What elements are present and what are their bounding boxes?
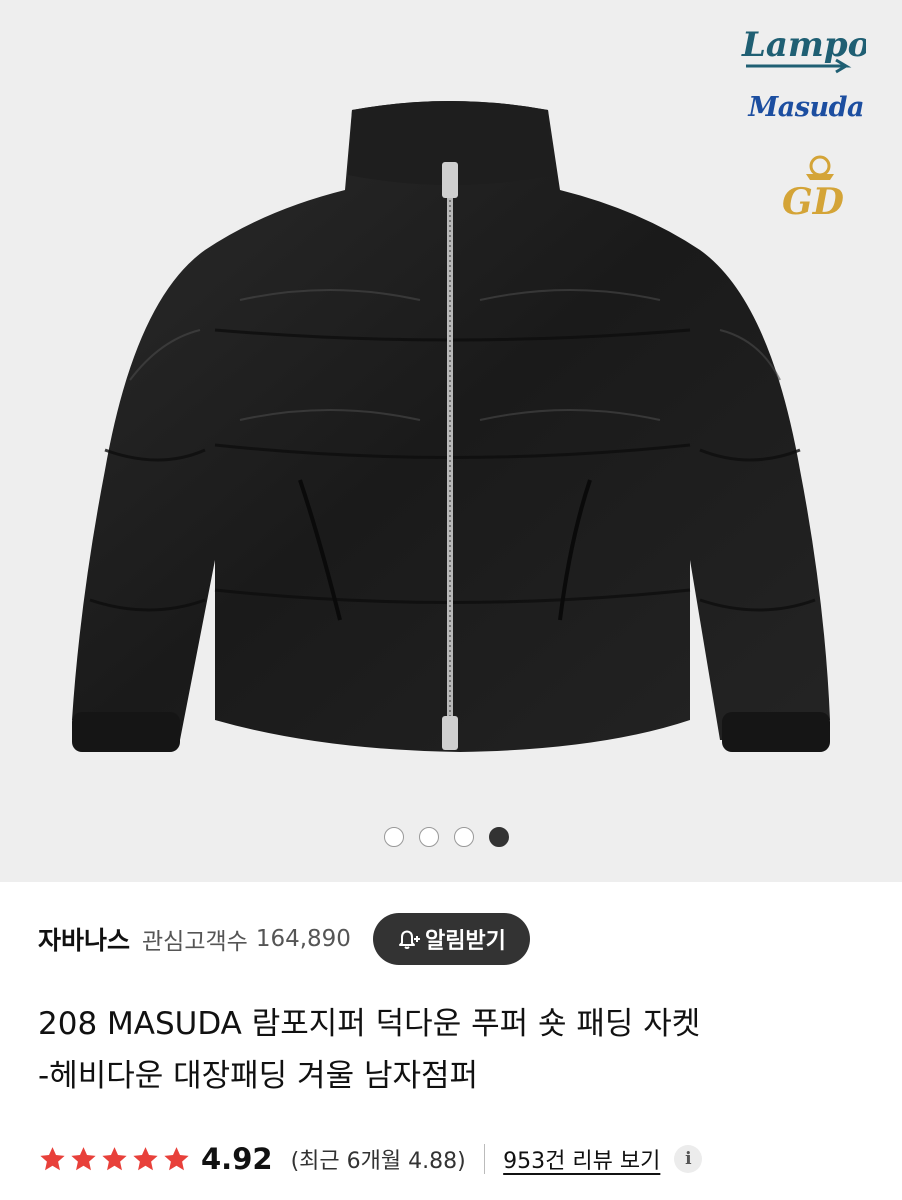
follower-label: 관심고객수 — [142, 929, 248, 955]
rating-value: 4.92 — [201, 1142, 273, 1176]
alert-subscribe-button[interactable]: 알림받기 — [372, 913, 530, 965]
star-rating — [38, 1145, 191, 1173]
star-icon — [164, 1147, 189, 1171]
star-icon — [40, 1147, 65, 1171]
seller-name[interactable]: 자바나스 — [38, 921, 130, 957]
pager-dot-4-active[interactable] — [489, 827, 509, 847]
product-title: 208 MASUDA 람포지퍼 덕다운 푸퍼 숏 패딩 자켓 -헤비다운 대장패… — [38, 998, 878, 1102]
info-icon[interactable]: i — [674, 1145, 703, 1173]
alert-button-label: 알림받기 — [424, 929, 506, 954]
pager-dot-3[interactable] — [454, 827, 474, 847]
svg-text:Lampo: Lampo — [741, 25, 866, 65]
svg-text:GD: GD — [782, 181, 844, 223]
seller-row: 자바나스 관심고객수 164,890 알림받기 — [38, 912, 868, 966]
product-title-line2: -헤비다운 대장패딩 겨울 남자점퍼 — [38, 1058, 479, 1094]
star-icon — [71, 1147, 96, 1171]
lampo-logo: Lampo — [741, 25, 866, 74]
masuda-logo: Masuda — [748, 92, 864, 123]
rating-row: 4.92 (최근 6개월 4.88) 953건 리뷰 보기 i — [38, 1136, 703, 1182]
star-icon — [102, 1147, 127, 1171]
reviews-link[interactable]: 953건 리뷰 보기 — [503, 1143, 660, 1175]
follower-count: 164,890 — [255, 926, 351, 952]
pager-dot-2[interactable] — [419, 827, 439, 847]
pager-dot-1[interactable] — [384, 827, 404, 847]
recent-rating: (최근 6개월 4.88) — [290, 1149, 466, 1174]
star-icon — [133, 1147, 158, 1171]
product-photo-jacket[interactable] — [0, 0, 902, 882]
image-pager — [384, 827, 509, 847]
product-image-gallery[interactable]: Lampo Masuda GD — [0, 0, 902, 882]
gd-logo: GD — [782, 155, 844, 223]
product-title-line1: 208 MASUDA 람포지퍼 덕다운 푸퍼 숏 패딩 자켓 — [38, 1006, 701, 1042]
divider — [483, 1144, 486, 1174]
bell-plus-icon — [398, 930, 420, 949]
